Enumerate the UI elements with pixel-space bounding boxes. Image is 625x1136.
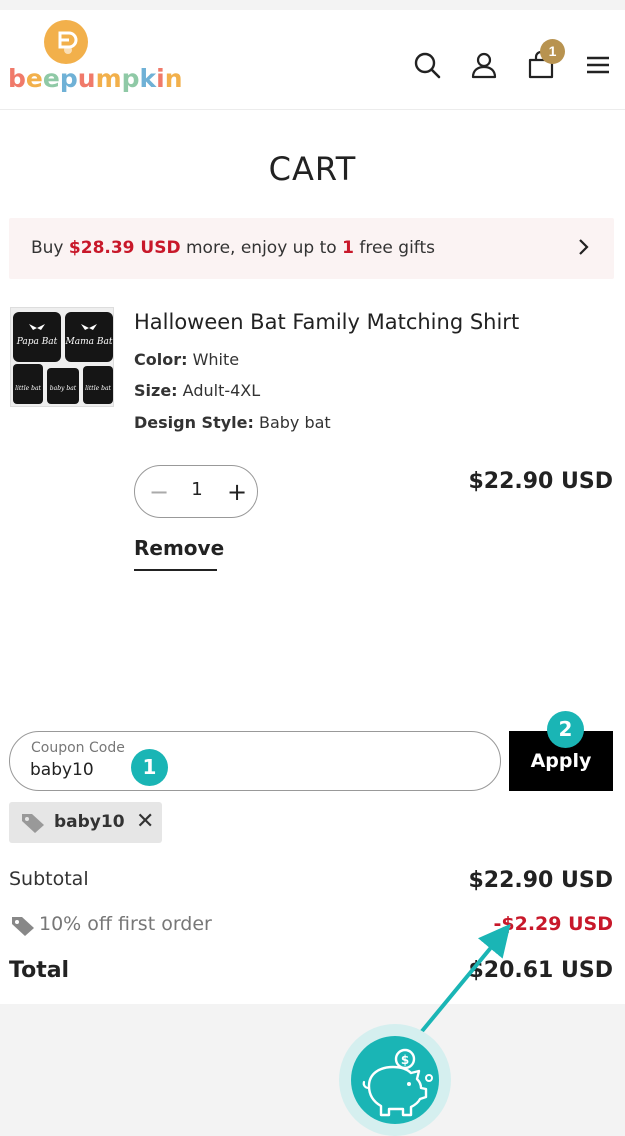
promo-suffix: free gifts — [353, 238, 436, 258]
applied-coupon-code: baby10 — [54, 812, 125, 832]
coupon-input[interactable] — [30, 760, 230, 780]
page-title: CART — [268, 150, 357, 188]
savings-badge: $ — [351, 1036, 439, 1124]
subtotal-label: Subtotal — [9, 868, 89, 890]
promo-middle: more, enjoy up to — [180, 238, 343, 258]
step-badge-2: 2 — [547, 711, 584, 748]
total-label: Total — [9, 958, 70, 983]
promo-text: Buy $28.39 USD more, enjoy up to 1 free … — [31, 238, 435, 258]
quantity-value[interactable]: 1 — [183, 479, 211, 500]
svg-text:$: $ — [401, 1053, 409, 1067]
coupon-field[interactable]: Coupon Code — [9, 731, 501, 791]
product-image: Papa Bat Mama Bat little bat baby bat li… — [11, 308, 113, 406]
decrease-quantity-button[interactable]: − — [147, 477, 171, 507]
quantity-stepper: − 1 + — [134, 465, 258, 518]
option-color-value: White — [187, 350, 240, 369]
logo-text: beepumpkin — [8, 64, 183, 93]
promo-prefix: Buy — [31, 238, 69, 258]
item-price: $22.90 USD — [468, 469, 613, 494]
option-size-label: Size: — [134, 381, 178, 400]
menu-icon[interactable] — [584, 50, 614, 80]
total-value: $20.61 USD — [468, 958, 613, 983]
option-design-value: Baby bat — [253, 413, 331, 432]
thumb-label-baby: baby bat — [50, 385, 77, 392]
site-header: beepumpkin beepumpkin 1 — [0, 10, 625, 110]
tag-icon — [22, 814, 44, 833]
top-strip — [0, 0, 625, 10]
chevron-right-icon — [579, 239, 589, 255]
discount-label: 10% off first order — [39, 913, 212, 935]
logo[interactable]: beepumpkin beepumpkin — [8, 20, 183, 110]
free-gift-promo-bar[interactable]: Buy $28.39 USD more, enjoy up to 1 free … — [9, 218, 614, 279]
promo-amount: $28.39 USD — [68, 238, 181, 258]
piggy-bank-icon: $ — [362, 1048, 433, 1117]
option-size: Size: Adult-4XL — [134, 381, 260, 400]
promo-gift-count: 1 — [342, 238, 354, 258]
increase-quantity-button[interactable]: + — [225, 477, 249, 507]
remove-item-link[interactable]: Remove — [134, 536, 224, 571]
page: beepumpkin beepumpkin 1 CART Buy $28.39 … — [0, 0, 625, 1136]
discount-tag-icon — [12, 917, 34, 936]
option-size-value: Adult-4XL — [177, 381, 261, 400]
logo-mark-icon — [44, 20, 88, 64]
step-badge-1: 1 — [131, 749, 168, 786]
option-color-label: Color: — [134, 350, 188, 369]
thumb-label-mama: Mama Bat — [65, 337, 113, 347]
remove-coupon-icon[interactable]: ✕ — [136, 809, 154, 834]
thumb-label-little-1: little bat — [15, 385, 41, 392]
applied-coupon-tag: baby10 ✕ — [9, 802, 162, 843]
option-design: Design Style: Baby bat — [134, 413, 331, 432]
account-icon[interactable] — [469, 50, 499, 80]
thumb-label-little-2: little bat — [85, 385, 111, 392]
product-name[interactable]: Halloween Bat Family Matching Shirt — [134, 310, 519, 334]
thumb-label-papa: Papa Bat — [16, 337, 58, 347]
cart-count-badge: 1 — [540, 39, 565, 64]
subtotal-value: $22.90 USD — [468, 868, 613, 893]
option-color: Color: White — [134, 350, 239, 369]
search-icon[interactable] — [412, 50, 442, 80]
option-design-label: Design Style: — [134, 413, 254, 432]
coupon-label: Coupon Code — [31, 740, 125, 756]
product-thumbnail[interactable]: Papa Bat Mama Bat little bat baby bat li… — [10, 307, 114, 407]
discount-value: -$2.29 USD — [493, 913, 613, 935]
